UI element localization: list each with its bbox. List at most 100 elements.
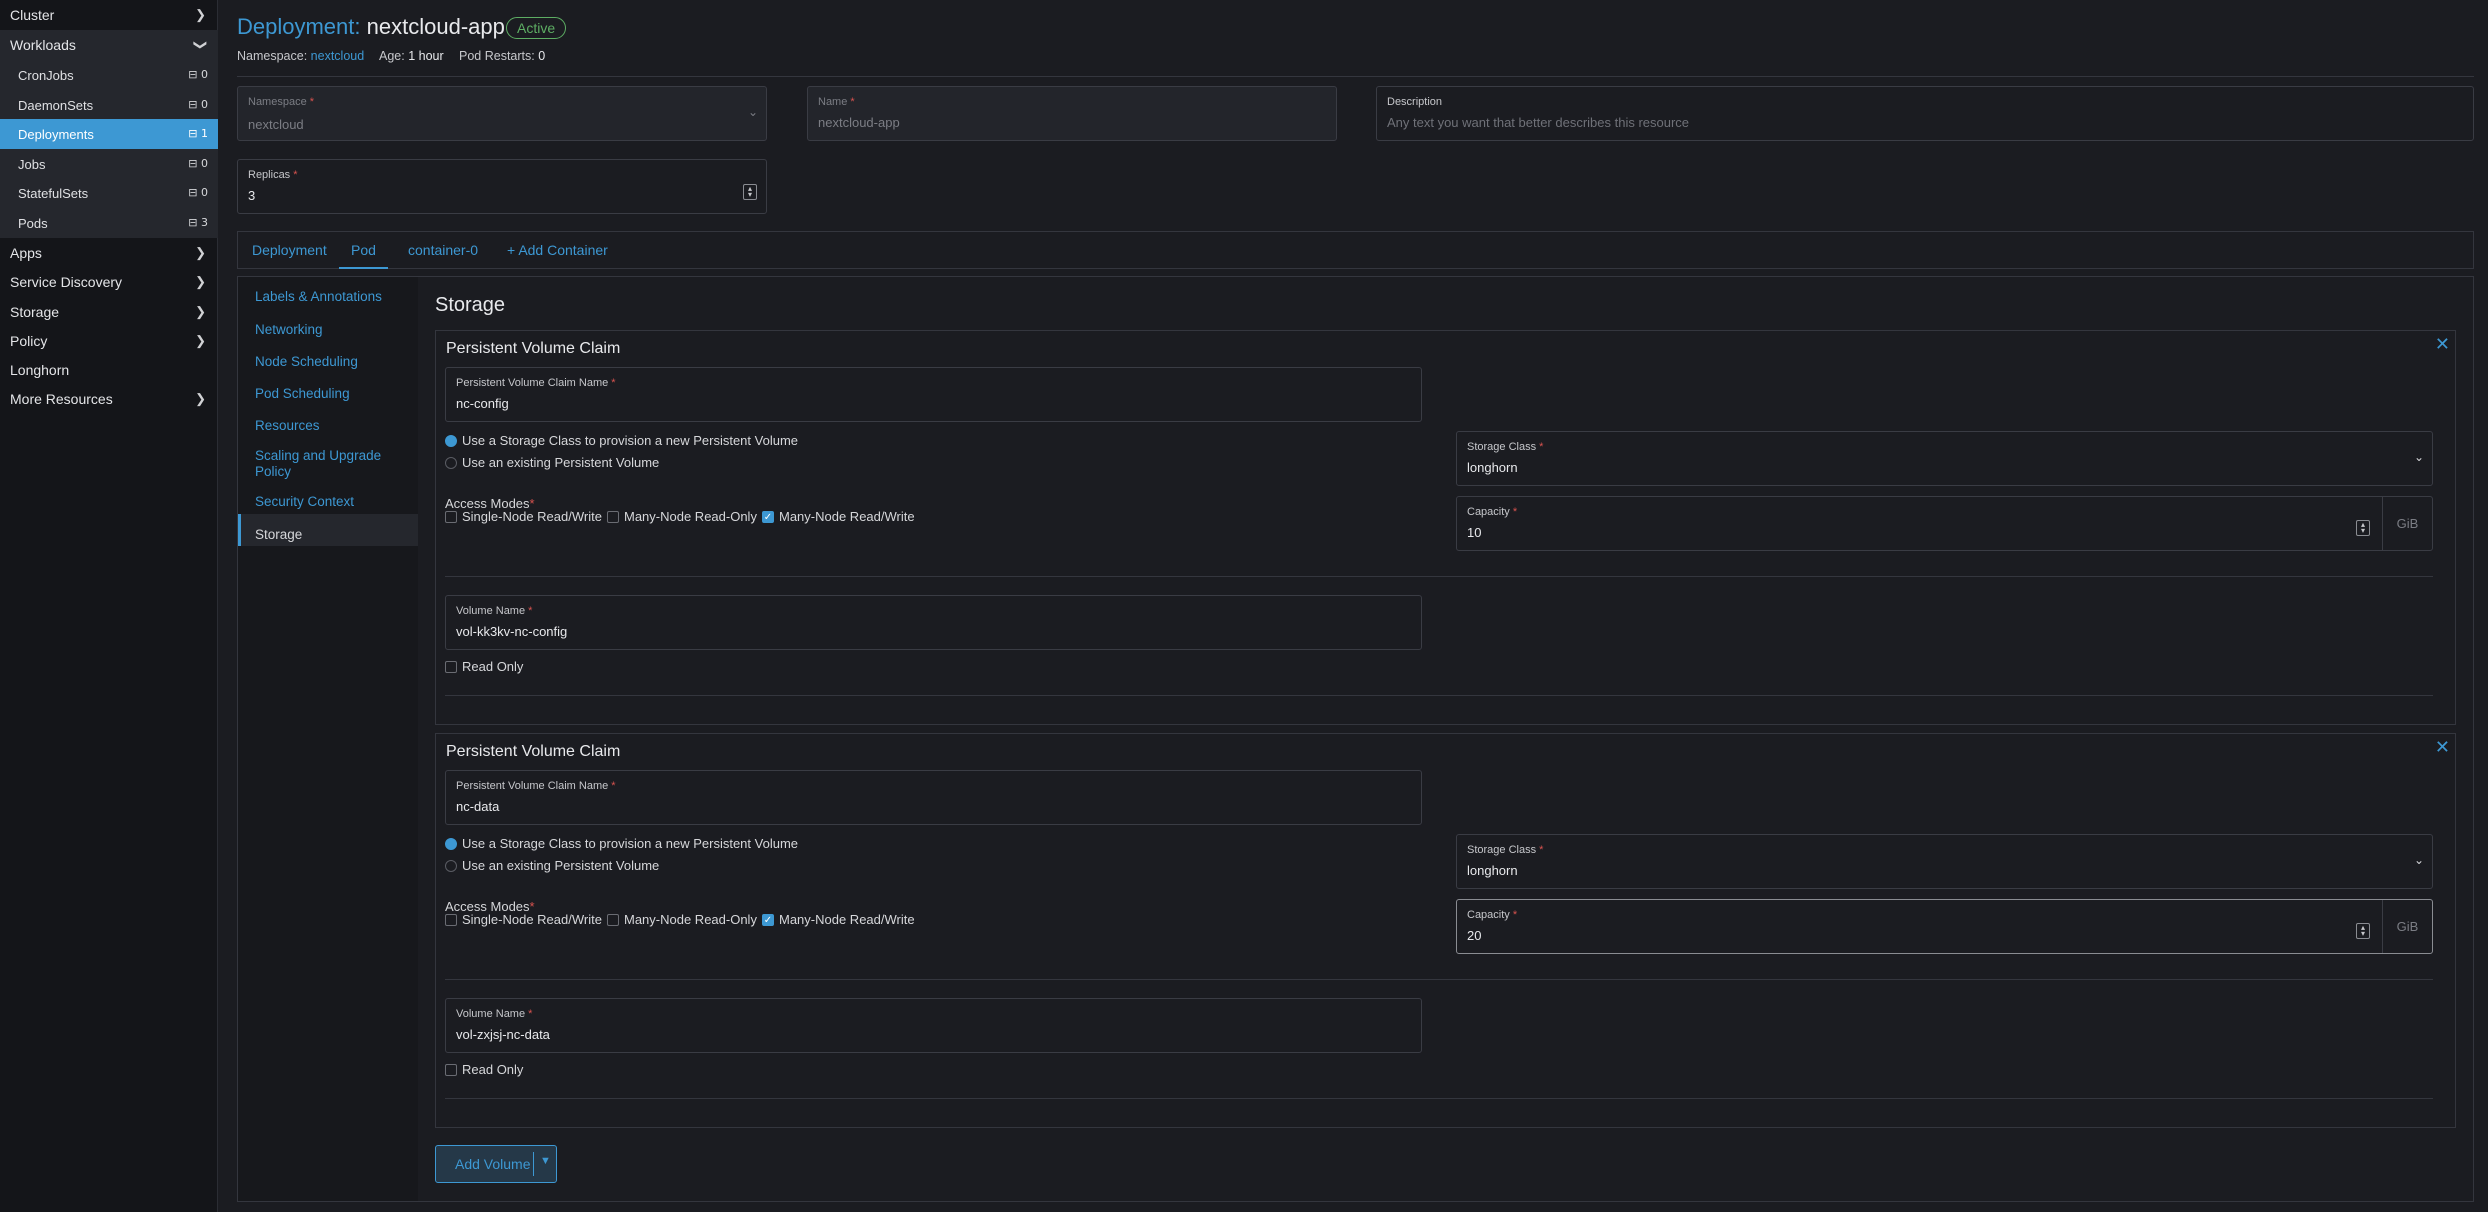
tab-add-container[interactable]: + Add Container (507, 232, 608, 269)
checkbox-single-rw[interactable] (445, 914, 457, 926)
checkbox-read-only[interactable] (445, 1064, 457, 1076)
storage-class-select[interactable]: Storage Class * longhorn ⌄ (1456, 834, 2433, 889)
volume-name-field[interactable]: Volume Name * vol-kk3kv-nc-config (445, 595, 1422, 650)
side-tab-storage[interactable]: Storage (255, 527, 302, 543)
side-tab-security-context[interactable]: Security Context (255, 494, 354, 510)
tab-container-0[interactable]: container-0 (408, 232, 478, 269)
nav-pods[interactable]: Pods ⊟ 3 (0, 208, 218, 238)
tab-deployment[interactable]: Deployment (252, 232, 327, 269)
chevron-down-icon: ❯ (193, 39, 209, 51)
label-text: Capacity (1467, 909, 1510, 921)
count: 0 (201, 186, 208, 199)
storage-class-select[interactable]: Storage Class * longhorn ⌄ (1456, 431, 2433, 486)
volume-name-field[interactable]: Volume Name * vol-zxjsj-nc-data (445, 998, 1422, 1053)
nav-label: More Resources (10, 391, 113, 407)
close-icon[interactable]: ✕ (2435, 334, 2450, 355)
stepper-icon[interactable]: ▴ ▾ (2356, 520, 2370, 536)
capacity-field[interactable]: Capacity * 20 ▴ ▾ GiB (1456, 899, 2433, 954)
chevron-down-icon: ⌄ (2413, 450, 2424, 464)
side-tab-labels[interactable]: Labels & Annotations (255, 289, 382, 305)
status-badge: Active (506, 17, 567, 39)
nav-workloads[interactable]: Workloads ❯ (0, 30, 218, 60)
checkbox-many-ro[interactable] (607, 511, 619, 523)
nav-cluster[interactable]: Cluster ❯ (0, 0, 218, 30)
nav-sub-label: Jobs (18, 156, 46, 172)
meta-label: Age: (379, 49, 405, 63)
radio-existing-pv[interactable] (445, 457, 457, 469)
count: 0 (201, 157, 208, 170)
replicas-field[interactable]: Replicas * 3 ▴ ▾ (237, 159, 767, 214)
nav-daemonsets[interactable]: DaemonSets ⊟ 0 (0, 90, 218, 120)
nav-statefulsets[interactable]: StatefulSets ⊟ 0 (0, 178, 218, 208)
nav-jobs[interactable]: Jobs ⊟ 0 (0, 149, 218, 179)
required-mark: * (528, 605, 533, 617)
storage-title: Storage (435, 294, 506, 316)
add-volume-button[interactable]: Add Volume ▼ (435, 1145, 557, 1183)
pvc-card: Persistent Volume Claim ✕ Persistent Vol… (435, 733, 2456, 1128)
side-tab-node-scheduling[interactable]: Node Scheduling (255, 354, 358, 370)
radio-existing-pv[interactable] (445, 860, 457, 872)
radio-new-pv[interactable] (445, 838, 457, 850)
count-badge: ⊟ 0 (188, 68, 208, 81)
count-badge: ⊟ 0 (188, 98, 208, 111)
label-text: Storage Class (1467, 441, 1537, 453)
chevron-down-icon: ⌄ (2413, 853, 2424, 867)
side-tab-scaling[interactable]: Scaling and Upgrade Policy (255, 448, 381, 480)
unit-label: GiB (2382, 497, 2432, 550)
nav-storage[interactable]: Storage ❯ (0, 297, 218, 327)
label-text: Namespace (248, 96, 307, 108)
required-mark: * (528, 1008, 533, 1020)
count: 3 (201, 216, 208, 229)
field-value: 10 (1467, 525, 1482, 540)
nav-policy[interactable]: Policy ❯ (0, 326, 218, 356)
chevron-down-icon[interactable]: ▼ (540, 1155, 551, 1167)
side-tab-resources[interactable]: Resources (255, 418, 320, 434)
stepper-icon[interactable]: ▴ ▾ (743, 184, 757, 200)
checkbox-label: Single-Node Read/Write (462, 509, 602, 524)
checkbox-label: Many-Node Read/Write (779, 509, 915, 524)
count-badge: ⊟ 1 (188, 127, 208, 140)
count: 0 (201, 98, 208, 111)
field-label: Storage Class * (1467, 441, 1543, 453)
count-badge: ⊟ 0 (188, 186, 208, 199)
nav-apps[interactable]: Apps ❯ (0, 238, 218, 268)
checkbox-many-rw[interactable]: ✓ (762, 511, 774, 523)
side-tab-networking[interactable]: Networking (255, 322, 323, 338)
description-field[interactable]: Description Any text you want that bette… (1376, 86, 2474, 141)
namespace-link[interactable]: nextcloud (311, 49, 365, 63)
nav-label: Apps (10, 245, 42, 261)
namespace-select: Namespace * nextcloud ⌄ (237, 86, 767, 141)
checkbox-many-rw[interactable]: ✓ (762, 914, 774, 926)
nav-service-discovery[interactable]: Service Discovery ❯ (0, 267, 218, 297)
side-tab-pod-scheduling[interactable]: Pod Scheduling (255, 386, 350, 402)
field-label: Namespace * (248, 96, 314, 108)
checkbox-many-ro[interactable] (607, 914, 619, 926)
required-mark: * (293, 169, 298, 181)
radio-new-pv[interactable] (445, 435, 457, 447)
count-badge: ⊟ 0 (188, 157, 208, 170)
nav-label: Policy (10, 333, 48, 349)
nav-deployments[interactable]: Deployments ⊟ 1 (0, 119, 218, 149)
stepper-icon[interactable]: ▴ ▾ (2356, 923, 2370, 939)
sidebar: Cluster ❯ Workloads ❯ CronJobs ⊟ 0 DaemonSe… (0, 0, 218, 1212)
checkbox-read-only[interactable] (445, 661, 457, 673)
required-mark: * (611, 780, 616, 792)
checkbox-single-rw[interactable] (445, 511, 457, 523)
nav-longhorn[interactable]: Longhorn (0, 355, 218, 385)
nav-label: Storage (10, 304, 60, 320)
checkbox-label: Many-Node Read-Only (624, 912, 757, 927)
close-icon[interactable]: ✕ (2435, 737, 2450, 758)
nav-cronjobs[interactable]: CronJobs ⊟ 0 (0, 60, 218, 90)
tab-pod[interactable]: Pod (339, 232, 388, 269)
checkbox-label: Read Only (462, 659, 524, 674)
pvc-name-field[interactable]: Persistent Volume Claim Name * nc-data (445, 770, 1422, 825)
field-label: Description (1387, 96, 1443, 108)
label-text: Replicas (248, 169, 291, 181)
required-mark: * (1512, 506, 1518, 518)
pvc-name-field[interactable]: Persistent Volume Claim Name * nc-config (445, 367, 1422, 422)
nav-sub-label: DaemonSets (18, 97, 94, 113)
field-label: Replicas * (248, 169, 298, 181)
plus-icon: + (507, 242, 516, 258)
capacity-field[interactable]: Capacity * 10 ▴ ▾ GiB (1456, 496, 2433, 551)
nav-more-resources[interactable]: More Resources ❯ (0, 384, 218, 414)
